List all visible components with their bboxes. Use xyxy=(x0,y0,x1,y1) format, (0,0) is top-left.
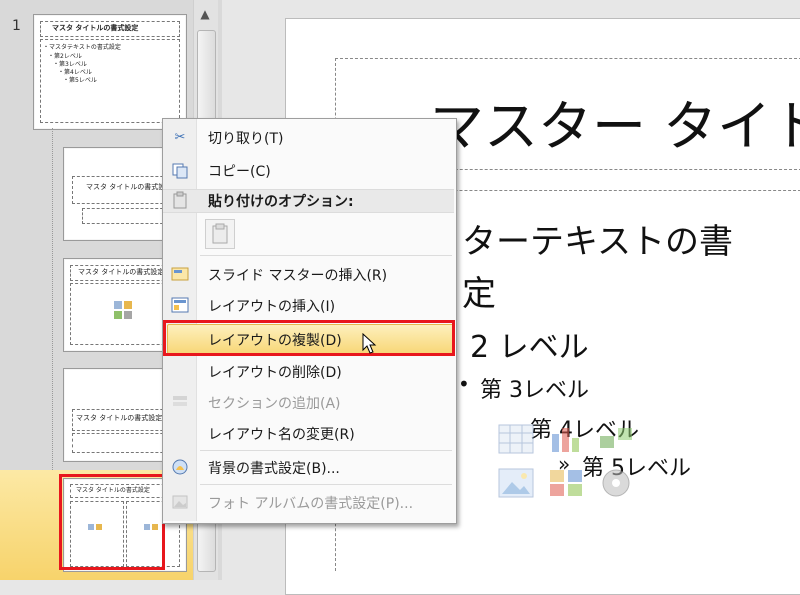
thumb-layout-title: マスタ タイトルの書式設定 xyxy=(76,414,163,422)
menu-separator xyxy=(200,484,452,485)
menu-item-add-section[interactable]: セクションの追加(A) xyxy=(208,393,341,413)
thumb-body-line: ・マスタテキストの書式設定 xyxy=(43,44,121,51)
scissors-icon: ✂ xyxy=(174,130,186,145)
paste-options-label: 貼り付けのオプション: xyxy=(208,194,354,210)
thumbnail-slide-master[interactable]: マスタ タイトルの書式設定 ・マスタテキストの書式設定 ・第2レベル ・第3レベ… xyxy=(33,14,187,130)
selected-thumbnail-red-outline xyxy=(59,474,165,570)
thumb-master-title: マスタ タイトルの書式設定 xyxy=(52,24,139,32)
body-level1-text: ターテキストの書 xyxy=(462,222,733,262)
slide-number: 1 xyxy=(12,18,21,34)
body-level1-text-cont: 定 xyxy=(462,274,496,314)
menu-item-format-background[interactable]: 背景の書式設定(B)... xyxy=(208,458,340,478)
thumb-layout-title: マスタ タイトルの書式設定 xyxy=(78,268,165,276)
insert-chart-icon[interactable] xyxy=(548,424,584,454)
menu-separator xyxy=(200,450,452,451)
add-section-icon xyxy=(171,393,189,411)
insert-layout-icon xyxy=(171,296,189,314)
copy-icon xyxy=(171,162,189,180)
thumb-body-line: ・第5レベル xyxy=(63,77,97,84)
duplicate-layout-red-outline xyxy=(163,320,455,356)
menu-item-rename-layout[interactable]: レイアウト名の変更(R) xyxy=(208,424,355,444)
placeholder-icon xyxy=(114,311,122,319)
placeholder-icon xyxy=(114,301,122,309)
insert-media-icon[interactable] xyxy=(598,468,634,498)
insert-master-icon xyxy=(171,265,189,283)
level3-bullet: • xyxy=(458,372,470,396)
main-slide-title: マスター タイト xyxy=(430,95,800,158)
insert-clipart-icon[interactable] xyxy=(548,468,584,498)
mouse-pointer-icon xyxy=(362,332,378,355)
photo-album-icon xyxy=(171,493,189,511)
background-format-icon xyxy=(171,458,189,476)
menu-item-cut[interactable]: 切り取り(T) xyxy=(208,128,283,148)
insert-smartart-icon[interactable] xyxy=(598,424,634,454)
scroll-up-arrow-icon[interactable]: ▲ xyxy=(194,4,216,24)
insert-picture-icon[interactable] xyxy=(498,468,534,498)
placeholder-icon xyxy=(124,301,132,309)
placeholder-icon xyxy=(124,311,132,319)
menu-item-photo-album-format[interactable]: フォト アルバムの書式設定(P)... xyxy=(208,493,413,513)
menu-item-insert-layout[interactable]: レイアウトの挿入(I) xyxy=(208,296,335,316)
insert-table-icon[interactable] xyxy=(498,424,534,454)
menu-item-delete-layout[interactable]: レイアウトの削除(D) xyxy=(208,362,342,382)
clipboard-icon xyxy=(171,191,189,209)
body-level2-text: 2 レベル xyxy=(470,330,589,365)
paste-keep-formatting-button[interactable] xyxy=(205,219,235,249)
menu-separator xyxy=(200,255,452,256)
body-level3-text: 第 3レベル xyxy=(480,378,589,403)
menu-item-copy[interactable]: コピー(C) xyxy=(208,161,271,181)
menu-item-insert-slide-master[interactable]: スライド マスターの挿入(R) xyxy=(208,265,387,285)
thumb-layout-title: マスタ タイトルの書式設定 xyxy=(86,183,173,191)
layout-connector xyxy=(52,128,54,478)
